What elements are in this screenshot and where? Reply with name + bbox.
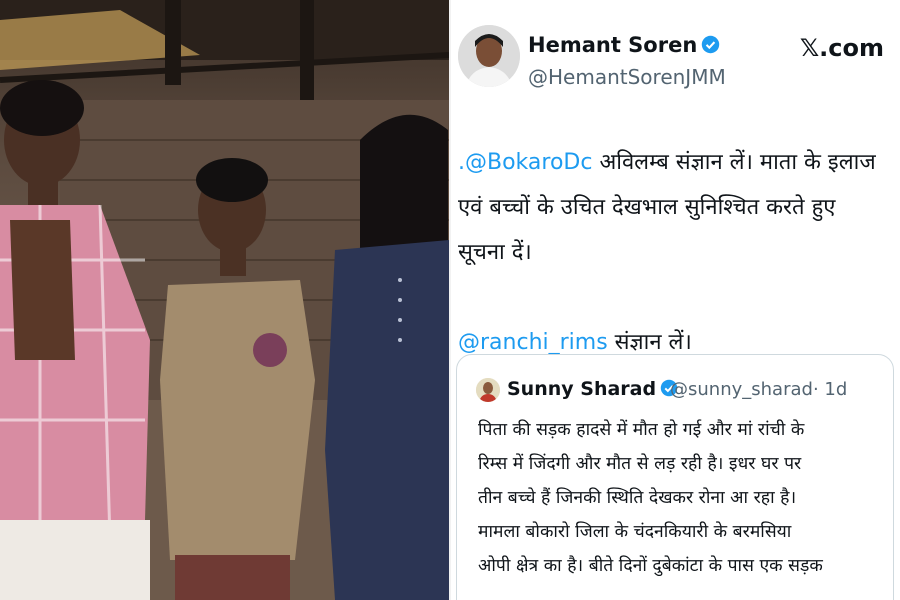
tweet-card[interactable]: Hemant Soren @HemantSorenJMM 𝕏.com .@Bok… (451, 0, 900, 600)
quoted-line-5: ओपी क्षेत्र का है। बीते दिनों दुबेकांटा … (478, 556, 823, 576)
quoted-body: पिता की सड़क हादसे में मौत हो गई और मां … (478, 413, 883, 583)
quoted-line-3: तीन बच्चे हैं जिनकी स्थिति देखकर रोना आ … (478, 488, 797, 508)
quoted-author-avatar[interactable] (476, 378, 500, 402)
tweet-line-2: एवं बच्चों के उचित देखभाल सुनिश्चित करते… (458, 195, 836, 220)
quoted-line-1: पिता की सड़क हादसे में मौत हो गई और मां … (478, 420, 805, 440)
author-handle[interactable]: @HemantSorenJMM (528, 65, 726, 89)
tweet-line-3: सूचना दें। (458, 240, 532, 265)
tweet-line-1-text: अविलम्ब संज्ञान लें। माता के इलाज (592, 150, 876, 175)
quoted-avatar-icon (476, 378, 500, 402)
mention-ranchi-rims[interactable]: @ranchi_rims (458, 330, 608, 355)
quoted-tweet[interactable]: Sunny Sharad @sunny_sharad· 1d पिता की स… (456, 354, 894, 600)
author-name-text[interactable]: Hemant Soren (528, 33, 697, 57)
tweet-line-1: .@BokaroDc अविलम्ब संज्ञान लें। माता के … (458, 140, 888, 185)
quoted-author-name-text[interactable]: Sunny Sharad (507, 378, 656, 400)
tweet-body: .@BokaroDc अविलम्ब संज्ञान लें। माता के … (458, 140, 888, 365)
avatar-portrait-icon (458, 25, 520, 87)
quoted-author-handle[interactable]: @sunny_sharad· 1d (670, 379, 847, 400)
site-label: 𝕏.com (799, 34, 884, 62)
quoted-author-name[interactable]: Sunny Sharad (507, 378, 678, 400)
quoted-line-4: मामला बोकारो जिला के चंदनकियारी के बरमसि… (478, 522, 792, 542)
news-photo (0, 0, 449, 600)
quoted-handle-text[interactable]: @sunny_sharad (670, 379, 813, 400)
author-name[interactable]: Hemant Soren (528, 33, 720, 57)
tweet-line-4-text: संज्ञान लें। (607, 330, 692, 355)
quoted-time[interactable]: · 1d (813, 379, 847, 400)
author-avatar[interactable] (458, 25, 520, 87)
mention-bokarodc[interactable]: .@BokaroDc (458, 150, 592, 175)
quoted-line-2: रिम्स में जिंदगी और मौत से लड़ रही है। इ… (478, 454, 802, 474)
children-photo-illustration (0, 0, 449, 600)
verified-badge-icon (702, 35, 720, 54)
